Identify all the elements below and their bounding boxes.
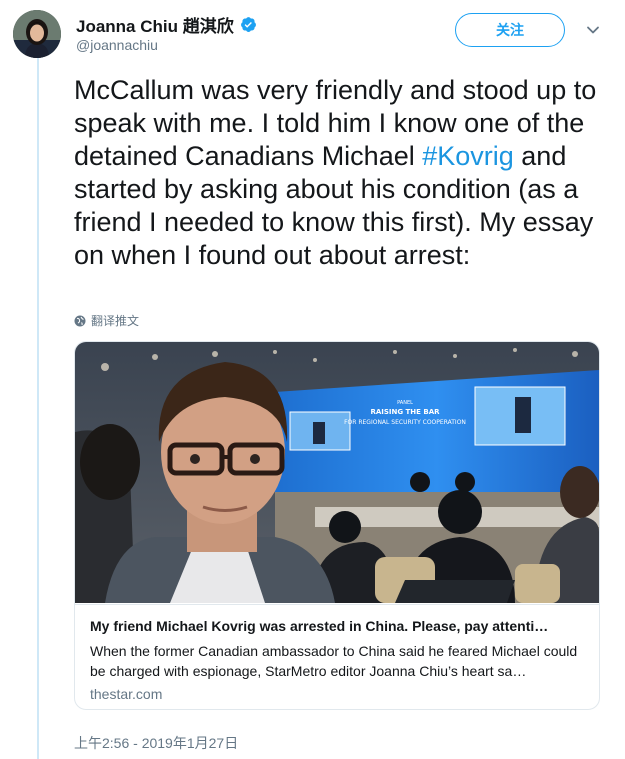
link-card-body[interactable]: My friend Michael Kovrig was arrested in… bbox=[75, 604, 599, 709]
tweet-text: McCallum was very friendly and stood up … bbox=[74, 74, 609, 272]
stage-text-line-2: RAISING THE BAR bbox=[370, 408, 440, 416]
stage-text-line-3: FOR REGIONAL SECURITY COOPERATION bbox=[344, 419, 466, 426]
follow-button[interactable]: 关注 bbox=[455, 13, 565, 47]
author-handle[interactable]: @joannachiu bbox=[76, 37, 158, 53]
link-card-image[interactable]: PANEL RAISING THE BAR FOR REGIONAL SECUR… bbox=[75, 342, 599, 603]
tweet-timestamp[interactable]: 上午2:56 - 2019年1月27日 bbox=[74, 733, 238, 753]
globe-icon bbox=[74, 315, 86, 326]
translate-label[interactable]: 翻译推文 bbox=[91, 312, 139, 329]
link-card-domain: thestar.com bbox=[90, 686, 163, 702]
link-card[interactable]: PANEL RAISING THE BAR FOR REGIONAL SECUR… bbox=[74, 341, 600, 710]
author-display-name[interactable]: Joanna Chiu 趙淇欣 bbox=[76, 12, 234, 37]
stage-text-line-1: PANEL bbox=[397, 400, 413, 406]
avatar[interactable] bbox=[13, 10, 61, 58]
author-name-row[interactable]: Joanna Chiu 趙淇欣 bbox=[76, 12, 257, 37]
verified-badge-icon bbox=[240, 17, 256, 32]
link-card-description: When the former Canadian ambassador to C… bbox=[90, 643, 578, 679]
avatar-image bbox=[13, 10, 61, 58]
chevron-down-icon[interactable] bbox=[585, 22, 601, 38]
translate-tweet-link[interactable]: 翻译推文 bbox=[74, 312, 139, 329]
thread-line bbox=[37, 58, 39, 759]
hashtag-link[interactable]: #Kovrig bbox=[422, 141, 514, 171]
link-card-title[interactable]: My friend Michael Kovrig was arrested in… bbox=[90, 618, 585, 634]
